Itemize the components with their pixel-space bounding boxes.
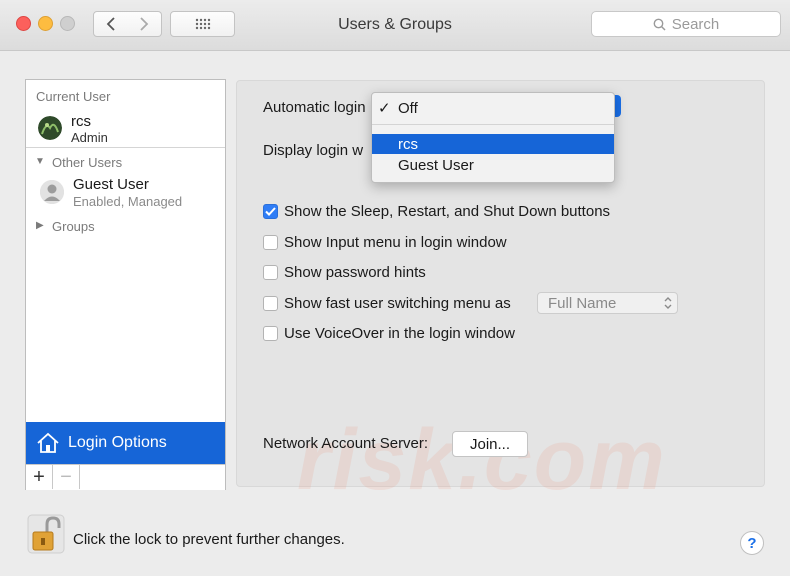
fast-switch-format-select[interactable]: Full Name: [537, 292, 678, 314]
help-button[interactable]: ?: [740, 531, 764, 555]
title-bar: Users & Groups Search: [0, 0, 790, 51]
add-user-button[interactable]: +: [26, 465, 53, 489]
network-account-server-label: Network Account Server:: [263, 435, 429, 452]
menu-item-label: Guest User: [398, 156, 474, 174]
current-user-heading: Current User: [36, 89, 111, 104]
house-icon: [37, 432, 59, 453]
current-user-name: rcs: [71, 113, 91, 130]
checkbox-label: Show password hints: [284, 264, 426, 281]
checkmark-icon: ✓: [378, 100, 391, 117]
fast-switch-format-value: Full Name: [548, 294, 617, 312]
menu-item-label: Off: [398, 99, 418, 117]
watermark: risk.com: [297, 412, 667, 508]
menu-item-guest-user[interactable]: Guest User: [372, 155, 614, 175]
lock-status-text: Click the lock to prevent further change…: [73, 531, 345, 548]
guest-user-status: Enabled, Managed: [73, 194, 183, 209]
checkbox-label: Use VoiceOver in the login window: [284, 325, 515, 342]
avatar: [38, 116, 62, 140]
other-users-heading: Other Users: [52, 155, 123, 170]
automatic-login-label: Automatic login: [263, 99, 366, 116]
checkbox-unchecked[interactable]: [263, 326, 278, 341]
checkbox-unchecked[interactable]: [263, 235, 278, 250]
sidebar-footer: + −: [26, 464, 225, 490]
checkbox-label: Show the Sleep, Restart, and Shut Down b…: [284, 203, 611, 220]
guest-user-name: Guest User: [73, 176, 149, 193]
search-field[interactable]: Search: [591, 11, 781, 37]
checkbox-unchecked[interactable]: [263, 296, 278, 311]
menu-separator: [372, 124, 614, 125]
menu-item-label: rcs: [398, 135, 418, 153]
checkbox-fast-user-switching[interactable]: Show fast user switching menu as: [263, 295, 511, 312]
menu-item-rcs[interactable]: rcs: [372, 134, 614, 154]
login-options-item[interactable]: Login Options: [26, 422, 225, 464]
checkbox-input-menu[interactable]: Show Input menu in login window: [263, 234, 507, 251]
checkbox-checked[interactable]: [263, 204, 278, 219]
display-login-label: Display login w: [263, 142, 364, 159]
checkbox-sleep-restart-shutdown[interactable]: Show the Sleep, Restart, and Shut Down b…: [263, 203, 610, 220]
lock-button[interactable]: [27, 514, 65, 559]
divider: [26, 147, 225, 148]
guest-avatar-icon: [40, 180, 64, 204]
current-user-role: Admin: [71, 130, 108, 145]
checkbox-label: Show Input menu in login window: [284, 234, 507, 251]
automatic-login-menu: ✓ Off rcs Guest User: [371, 92, 615, 183]
checkmark-icon: [265, 207, 276, 216]
search-placeholder: Search: [671, 15, 720, 33]
checkbox-label: Show fast user switching menu as: [284, 295, 511, 312]
users-sidebar: Current User rcs Admin ▼ Other Users Gue…: [25, 79, 226, 490]
checkbox-password-hints[interactable]: Show password hints: [263, 264, 426, 281]
login-options-label: Login Options: [68, 434, 167, 451]
search-icon: [653, 18, 666, 31]
remove-user-button[interactable]: −: [53, 465, 80, 489]
groups-heading[interactable]: Groups: [52, 219, 95, 234]
checkbox-unchecked[interactable]: [263, 265, 278, 280]
menu-item-off[interactable]: ✓ Off: [372, 98, 614, 118]
checkbox-voiceover[interactable]: Use VoiceOver in the login window: [263, 325, 515, 342]
unlocked-padlock-icon: [27, 514, 65, 554]
disclosure-collapsed-icon[interactable]: ▶: [36, 220, 44, 231]
join-button[interactable]: Join...: [452, 431, 528, 457]
updown-chevron-icon: [664, 297, 672, 309]
disclosure-expanded-icon[interactable]: ▼: [35, 156, 45, 167]
